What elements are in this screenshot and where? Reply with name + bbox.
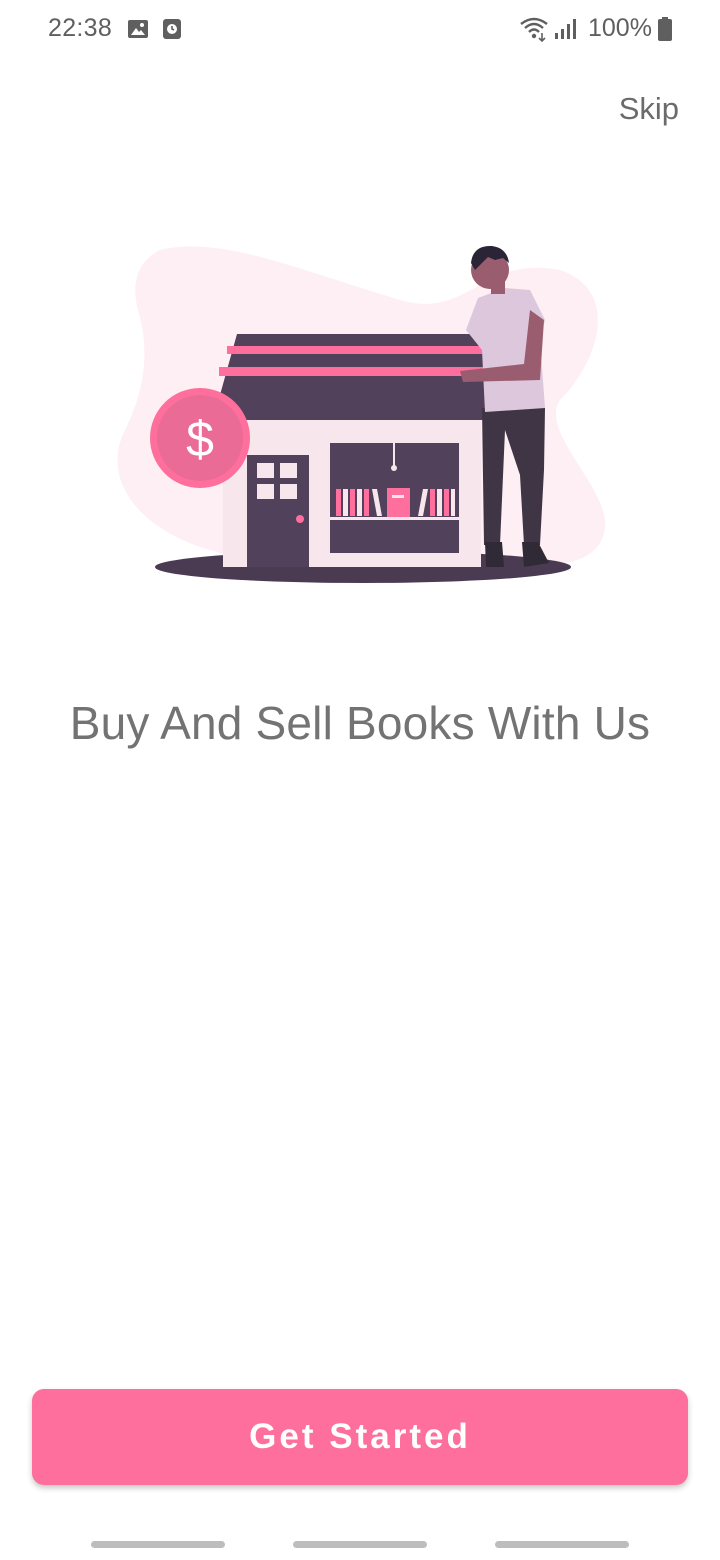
clock-app-icon bbox=[162, 18, 182, 45]
page-indicator[interactable] bbox=[495, 1541, 629, 1548]
skip-link[interactable]: Skip bbox=[619, 91, 679, 127]
page-indicators bbox=[0, 1541, 720, 1549]
status-bar: 22:38 100% bbox=[0, 0, 720, 60]
battery-icon bbox=[658, 17, 672, 46]
page-indicator[interactable] bbox=[293, 1541, 427, 1548]
wifi-icon bbox=[519, 16, 549, 47]
onboarding-screen: 22:38 100% Skip $ Buy And Sell Books Wit… bbox=[0, 0, 720, 1560]
page-indicator[interactable] bbox=[91, 1541, 225, 1548]
dollar-coin-icon: $ bbox=[150, 388, 250, 488]
get-started-button[interactable]: Get Started bbox=[32, 1389, 688, 1485]
svg-text:$: $ bbox=[186, 411, 214, 467]
battery-percent: 100% bbox=[588, 14, 652, 42]
bookstore-illustration: $ bbox=[100, 230, 620, 600]
signal-icon bbox=[553, 17, 577, 46]
status-time: 22:38 bbox=[48, 14, 113, 42]
storefront-icon bbox=[213, 334, 505, 567]
image-icon bbox=[127, 18, 149, 45]
headline: Buy And Sell Books With Us bbox=[69, 697, 651, 749]
